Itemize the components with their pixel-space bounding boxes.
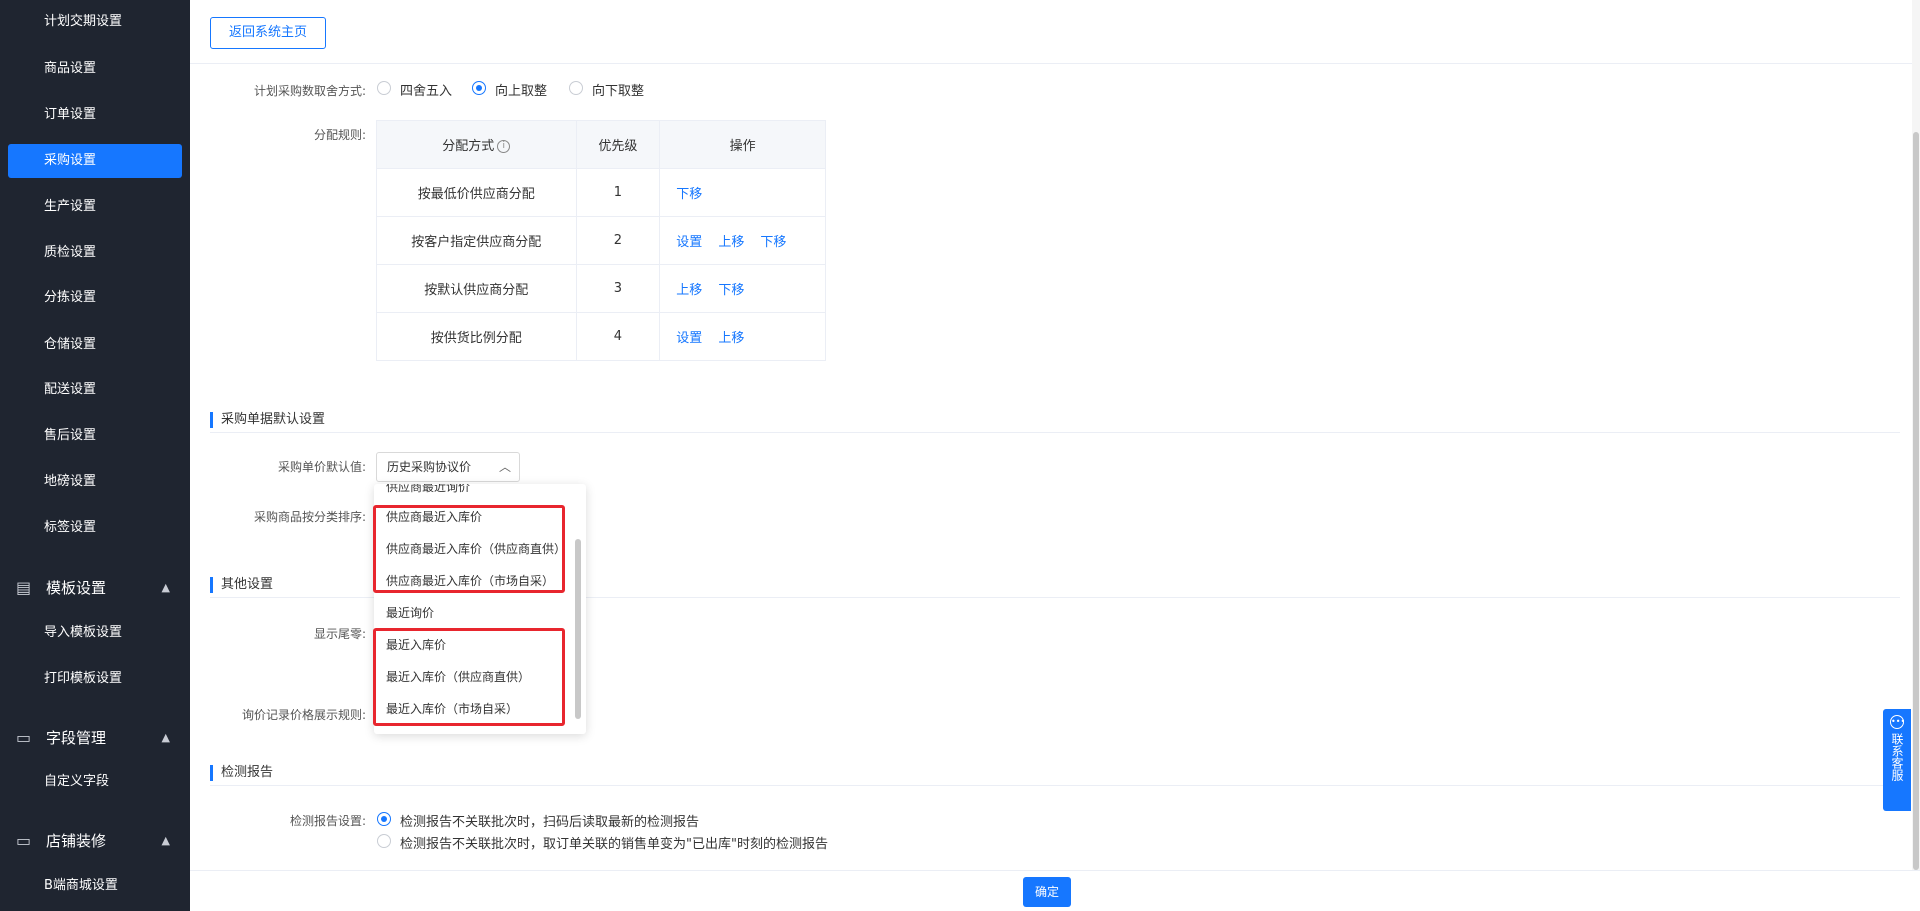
sidebar-group-label: 字段管理 <box>46 729 107 747</box>
cell-priority: 3 <box>575 264 661 313</box>
dropdown-scrollbar[interactable] <box>575 539 581 719</box>
radio-report-shipped[interactable] <box>377 834 391 848</box>
show-trailing-zero-label: 显示尾零: <box>313 627 366 641</box>
page-scrollbar-thumb[interactable] <box>1913 132 1919 870</box>
radio-report-latest[interactable] <box>377 812 391 826</box>
dropdown-option[interactable]: 供应商最近询价 <box>386 484 470 495</box>
sidebar-group-label: 模板设置 <box>46 579 107 597</box>
section-divider <box>210 785 1900 786</box>
move-down-link[interactable]: 下移 <box>718 283 744 298</box>
section-title-purchase-defaults: 采购单据默认设置 <box>210 412 325 428</box>
contact-service-button[interactable]: ••• 联系客服 <box>1883 709 1911 811</box>
move-up-link[interactable]: 上移 <box>718 235 744 250</box>
cell-ops: 设置 上移 下移 <box>659 216 826 265</box>
chevron-up-icon: ︿ <box>498 460 511 474</box>
cell-ops: 上移 下移 <box>659 264 826 313</box>
radio-round-down[interactable] <box>569 81 583 95</box>
cell-method: 按最低价供应商分配 <box>376 168 577 217</box>
sidebar-item-quality[interactable]: 质检设置 <box>8 236 182 270</box>
section-title-other: 其他设置 <box>210 577 273 593</box>
table-header-row: 分配方式 i 优先级 操作 <box>376 120 826 169</box>
move-down-link[interactable]: 下移 <box>760 235 786 250</box>
sidebar-item-b-mall[interactable]: B端商城设置 <box>8 869 182 903</box>
contact-service-label: 联系客服 <box>1890 733 1904 781</box>
sidebar-item-storage[interactable]: 仓储设置 <box>8 328 182 362</box>
highlight-box-recent <box>373 628 565 726</box>
report-setting-label: 检测报告设置: <box>289 814 366 828</box>
dropdown-option[interactable]: 最近询价 <box>386 604 434 621</box>
table-row: 按客户指定供应商分配 2 设置 上移 下移 <box>376 216 826 265</box>
back-to-home-button[interactable]: 返回系统主页 <box>210 17 326 49</box>
radio-report-latest-label[interactable]: 检测报告不关联批次时，扫码后读取最新的检测报告 <box>400 811 699 830</box>
template-icon: ▤ <box>16 578 32 597</box>
table-row: 按供货比例分配 4 设置 上移 <box>376 312 826 361</box>
sidebar-group-template[interactable]: ▤ 模板设置 ▲ <box>0 568 190 608</box>
move-up-link[interactable]: 上移 <box>718 331 744 346</box>
cell-priority: 1 <box>575 168 661 217</box>
move-up-link[interactable]: 上移 <box>676 283 702 298</box>
table-header: 操作 <box>659 120 826 169</box>
unit-price-label: 采购单价默认值: <box>277 460 366 474</box>
section-divider <box>210 432 1900 433</box>
sidebar-item-scale[interactable]: 地磅设置 <box>8 465 182 499</box>
chat-icon: ••• <box>1890 715 1905 729</box>
settings-link[interactable]: 设置 <box>676 235 702 250</box>
category-sort-label: 采购商品按分类排序: <box>253 510 366 524</box>
inquiry-price-rule-label: 询价记录价格展示规则: <box>241 708 366 722</box>
cell-priority: 4 <box>575 312 661 361</box>
sidebar-item-import-template[interactable]: 导入模板设置 <box>8 616 182 650</box>
cell-method: 按供货比例分配 <box>376 312 577 361</box>
move-down-link[interactable]: 下移 <box>676 187 702 202</box>
rounding-label: 计划采购数取舍方式: <box>253 84 366 98</box>
radio-round-half[interactable] <box>377 81 391 95</box>
table-row: 按默认供应商分配 3 上移 下移 <box>376 264 826 313</box>
radio-round-down-label[interactable]: 向下取整 <box>592 80 644 99</box>
radio-round-up[interactable] <box>472 81 486 95</box>
confirm-button[interactable]: 确定 <box>1023 877 1071 907</box>
field-icon: ▭ <box>16 728 32 747</box>
top-bar: 返回系统主页 <box>190 0 1920 64</box>
radio-round-half-label[interactable]: 四舍五入 <box>400 80 452 99</box>
cell-method: 按默认供应商分配 <box>376 264 577 313</box>
sidebar-item-sorting[interactable]: 分拣设置 <box>8 281 182 315</box>
info-icon[interactable]: i <box>497 140 511 153</box>
sidebar-item-purchase[interactable]: 采购设置 <box>8 144 182 178</box>
radio-round-up-label[interactable]: 向上取整 <box>495 80 547 99</box>
footer-bar: 确定 <box>190 870 1920 911</box>
sidebar-item-label[interactable]: 标签设置 <box>8 511 182 545</box>
sidebar-item-custom-field[interactable]: 自定义字段 <box>8 765 182 799</box>
sidebar-group-label: 店铺装修 <box>46 832 107 850</box>
table-row: 按最低价供应商分配 1 下移 <box>376 168 826 217</box>
sidebar-item-plan-delivery[interactable]: 计划交期设置 <box>8 5 182 39</box>
chevron-up-icon: ▲ <box>161 834 170 847</box>
allocation-label: 分配规则: <box>313 128 366 142</box>
radio-report-shipped-label[interactable]: 检测报告不关联批次时，取订单关联的销售单变为"已出库"时刻的检测报告 <box>400 833 828 852</box>
sidebar-item-order[interactable]: 订单设置 <box>8 98 182 132</box>
unit-price-select-value: 历史采购协议价 <box>387 460 472 474</box>
chevron-up-icon: ▲ <box>161 581 170 594</box>
sidebar-group-fields[interactable]: ▭ 字段管理 ▲ <box>0 718 190 758</box>
header-method: 分配方式 <box>442 139 495 154</box>
highlight-box-supplier <box>373 505 565 593</box>
sidebar-item-delivery[interactable]: 配送设置 <box>8 373 182 407</box>
cell-priority: 2 <box>575 216 661 265</box>
settings-link[interactable]: 设置 <box>676 331 702 346</box>
table-header: 分配方式 i <box>376 120 577 169</box>
cell-ops: 设置 上移 <box>659 312 826 361</box>
chevron-up-icon: ▲ <box>161 731 170 744</box>
store-icon: ▭ <box>16 831 32 850</box>
table-header: 优先级 <box>575 120 661 169</box>
allocation-table: 分配方式 i 优先级 操作 按最低价供应商分配 1 下移 按客户指定供应商分配 2… <box>376 120 826 361</box>
sidebar-item-print-template[interactable]: 打印模板设置 <box>8 662 182 696</box>
sidebar-item-product[interactable]: 商品设置 <box>8 52 182 86</box>
section-title-report: 检测报告 <box>210 765 273 781</box>
sidebar: 计划交期设置 商品设置 订单设置 采购设置 生产设置 质检设置 分拣设置 仓储设… <box>0 0 190 911</box>
sidebar-item-production[interactable]: 生产设置 <box>8 190 182 224</box>
unit-price-select[interactable]: 历史采购协议价 ︿ <box>376 452 520 482</box>
cell-method: 按客户指定供应商分配 <box>376 216 577 265</box>
sidebar-item-aftersale[interactable]: 售后设置 <box>8 419 182 453</box>
sidebar-group-store[interactable]: ▭ 店铺装修 ▲ <box>0 821 190 861</box>
cell-ops: 下移 <box>659 168 826 217</box>
